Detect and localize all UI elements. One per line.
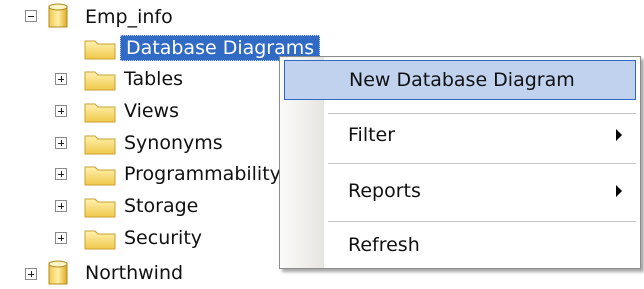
expand-expander[interactable] [55,232,67,244]
folder-icon [84,230,116,250]
tree-item-tables[interactable]: Tables [124,66,183,92]
expand-expander[interactable] [55,73,67,85]
folder-icon [84,166,116,186]
menu-item-label: Filter [348,124,396,146]
tree-db-northwind[interactable]: Northwind [85,260,183,286]
folder-icon [84,198,116,218]
submenu-arrow-icon [616,185,622,197]
menu-separator [328,221,636,222]
tree-db-emp-info[interactable]: Emp_info [85,4,173,30]
expand-expander[interactable] [55,137,67,149]
folder-icon [84,103,116,123]
menu-item-new-database-diagram[interactable]: New Database Diagram [284,60,636,100]
menu-separator [328,163,636,164]
expand-expander[interactable] [55,168,67,180]
tree-item-programmability[interactable]: Programmability [124,161,281,187]
tree-item-security[interactable]: Security [124,225,202,251]
folder-icon [84,71,116,91]
database-icon [48,260,68,285]
menu-item-refresh[interactable]: Refresh [284,225,636,265]
tree-item-views[interactable]: Views [124,98,179,124]
menu-item-filter[interactable]: Filter [284,115,636,155]
tree-item-synonyms[interactable]: Synonyms [124,130,223,156]
expand-expander[interactable] [55,105,67,117]
menu-item-reports[interactable]: Reports [284,171,636,211]
menu-item-label: New Database Diagram [349,69,575,91]
expand-expander[interactable] [25,268,37,280]
database-icon [48,3,68,28]
menu-item-label: Refresh [348,234,420,256]
collapse-expander[interactable] [25,10,37,22]
menu-separator [328,113,636,114]
menu-item-label: Reports [348,180,421,202]
folder-icon [84,40,116,60]
context-menu: New Database Diagram Filter Reports Refr… [279,56,641,269]
tree-item-storage[interactable]: Storage [124,193,198,219]
submenu-arrow-icon [616,129,622,141]
expand-expander[interactable] [55,200,67,212]
folder-icon [84,135,116,155]
